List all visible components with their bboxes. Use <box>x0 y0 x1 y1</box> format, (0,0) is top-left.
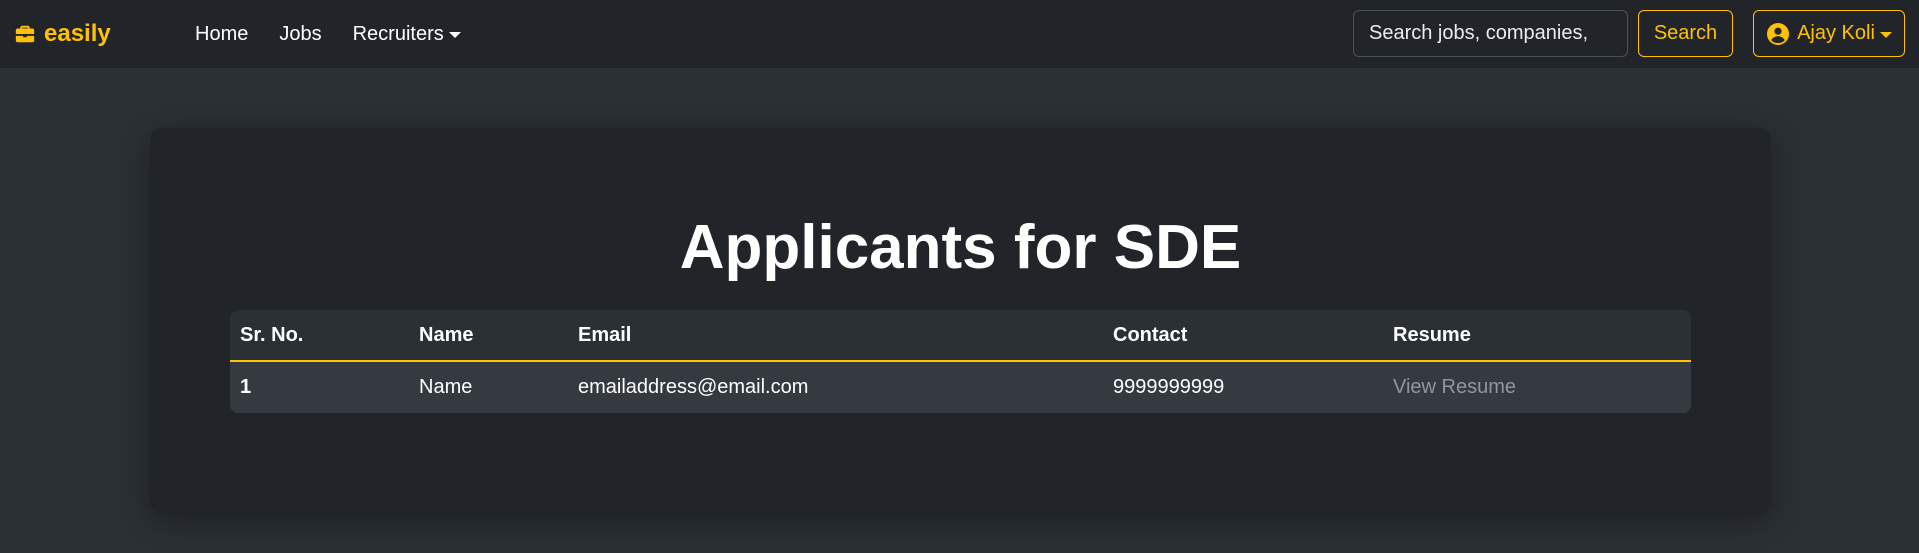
nav-link-jobs[interactable]: Jobs <box>279 23 321 46</box>
column-header-resume: Resume <box>1393 323 1471 346</box>
page-title: Applicants for SDE <box>679 213 1242 282</box>
column-header-contact: Contact <box>1113 323 1188 346</box>
user-menu-button[interactable]: Ajay Koli <box>1753 10 1905 57</box>
navbar: easily Home Jobs Recruiters Search Ajay … <box>0 0 1919 68</box>
brand-link[interactable]: easily <box>14 0 111 68</box>
user-name: Ajay Koli <box>1797 22 1875 44</box>
cell-sr-no: 1 <box>240 376 252 398</box>
table-row: 1 Name emailaddress@email.com 9999999999… <box>230 361 1691 413</box>
cell-resume: View Resume <box>1383 361 1691 413</box>
caret-down-icon <box>1879 31 1892 38</box>
caret-down-icon <box>448 32 461 38</box>
briefcase-icon <box>15 25 35 43</box>
nav-dropdown-recruiters-label: Recruiters <box>352 22 444 45</box>
search-button[interactable]: Search <box>1638 10 1733 57</box>
nav-link-home-label: Home <box>195 22 249 45</box>
cell-email: emailaddress@email.com <box>578 376 809 398</box>
nav-dropdown-recruiters[interactable]: Recruiters <box>353 23 461 46</box>
nav-link-jobs-label: Jobs <box>279 22 322 45</box>
column-header-email: Email <box>578 323 632 346</box>
column-header-name: Name <box>419 323 474 346</box>
cell-name: Name <box>419 376 473 398</box>
nav-links: Home Jobs Recruiters <box>195 0 492 68</box>
table-header: Sr. No. Name Email Contact Resume <box>230 310 1691 361</box>
table-header-row: Sr. No. Name Email Contact Resume <box>230 310 1691 361</box>
cell-contact: 9999999999 <box>1113 376 1225 398</box>
table-body: 1 Name emailaddress@email.com 9999999999… <box>230 361 1691 413</box>
column-header-sr-no: Sr. No. <box>240 323 304 346</box>
user-circle-icon <box>1767 22 1790 45</box>
nav-link-home[interactable]: Home <box>195 23 248 46</box>
applicants-table: Sr. No. Name Email Contact Resume 1 Name… <box>230 310 1691 413</box>
applicants-card: Applicants for SDE Sr. No. Name Email Co… <box>150 128 1771 513</box>
applicants-table-wrapper: Sr. No. Name Email Contact Resume 1 Name… <box>230 310 1691 413</box>
brand-name: easily <box>44 20 111 47</box>
view-resume-link[interactable]: View Resume <box>1393 376 1516 398</box>
search-input[interactable] <box>1353 10 1628 57</box>
